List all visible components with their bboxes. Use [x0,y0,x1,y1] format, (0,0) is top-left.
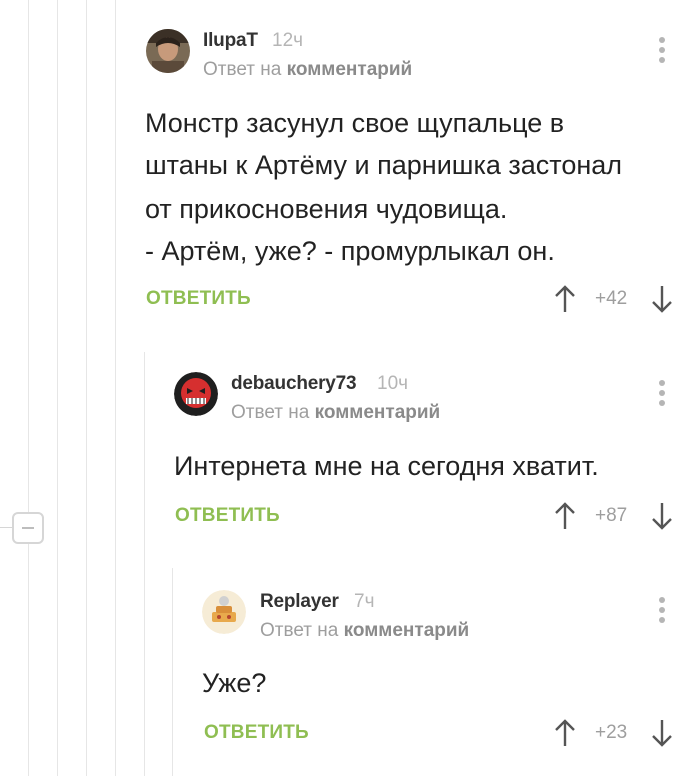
comment-time: 12ч [272,30,304,51]
more-vertical-icon[interactable] [659,380,665,410]
arrow-down-icon[interactable] [650,284,674,314]
reply-to-link[interactable]: комментарий [287,59,413,80]
collapse-minus-icon[interactable] [12,512,44,544]
comment-time: 10ч [377,373,409,394]
comment-text-line: Уже? [202,668,267,698]
comment-text: Уже? [202,662,266,704]
reply-to: Ответ на комментарий [203,59,412,81]
reply-button[interactable]: ОТВЕТИТЬ [146,288,251,310]
avatar [146,29,190,73]
avatar [202,590,246,634]
comment-text: Монстр засунул свое щупальце в штаны к А… [145,102,622,272]
reply-button[interactable]: ОТВЕТИТЬ [175,505,280,527]
arrow-up-icon[interactable] [553,718,577,748]
arrow-down-icon[interactable] [650,501,674,531]
comment-text-line: Интернета мне на сегодня хватит. [174,451,599,481]
reply-to-link[interactable]: комментарий [315,402,441,423]
thread-line [57,0,58,776]
comment-text-line: - Артём, уже? - промурлыкал он. [145,236,555,266]
avatar [174,372,218,416]
comment-text-line: от прикосновения чудовища. [145,194,508,224]
comment-text-line: Монстр засунул свое щупальце в [145,108,565,138]
rating: +23 [595,722,628,743]
comment-text-line: штаны к Артёму и парнишка застонал [145,150,623,180]
reply-to-link[interactable]: комментарий [344,620,470,641]
arrow-up-icon[interactable] [553,284,577,314]
arrow-down-icon[interactable] [650,718,674,748]
comment-author[interactable]: debauchery73 [231,373,357,395]
arrow-up-icon[interactable] [553,501,577,531]
comment-author[interactable]: IlupaT [203,30,258,52]
reply-to: Ответ на комментарий [231,402,440,424]
reply-to: Ответ на комментарий [260,620,469,642]
comment-text: Интернета мне на сегодня хватит. [174,445,599,487]
thread-line [172,568,173,776]
thread-line [115,0,116,776]
reply-to-prefix: Ответ на [231,402,310,423]
thread-line [144,352,145,776]
reply-to-prefix: Ответ на [203,59,282,80]
reply-to-prefix: Ответ на [260,620,339,641]
thread-connector [0,527,12,528]
thread-line [86,0,87,776]
comment-time: 7ч [354,591,375,612]
more-vertical-icon[interactable] [659,597,665,627]
rating: +42 [595,288,628,309]
reply-button[interactable]: ОТВЕТИТЬ [204,722,309,744]
rating: +87 [595,505,628,526]
thread-line [28,0,29,776]
more-vertical-icon[interactable] [659,37,665,67]
comment-author[interactable]: Replayer [260,591,339,613]
